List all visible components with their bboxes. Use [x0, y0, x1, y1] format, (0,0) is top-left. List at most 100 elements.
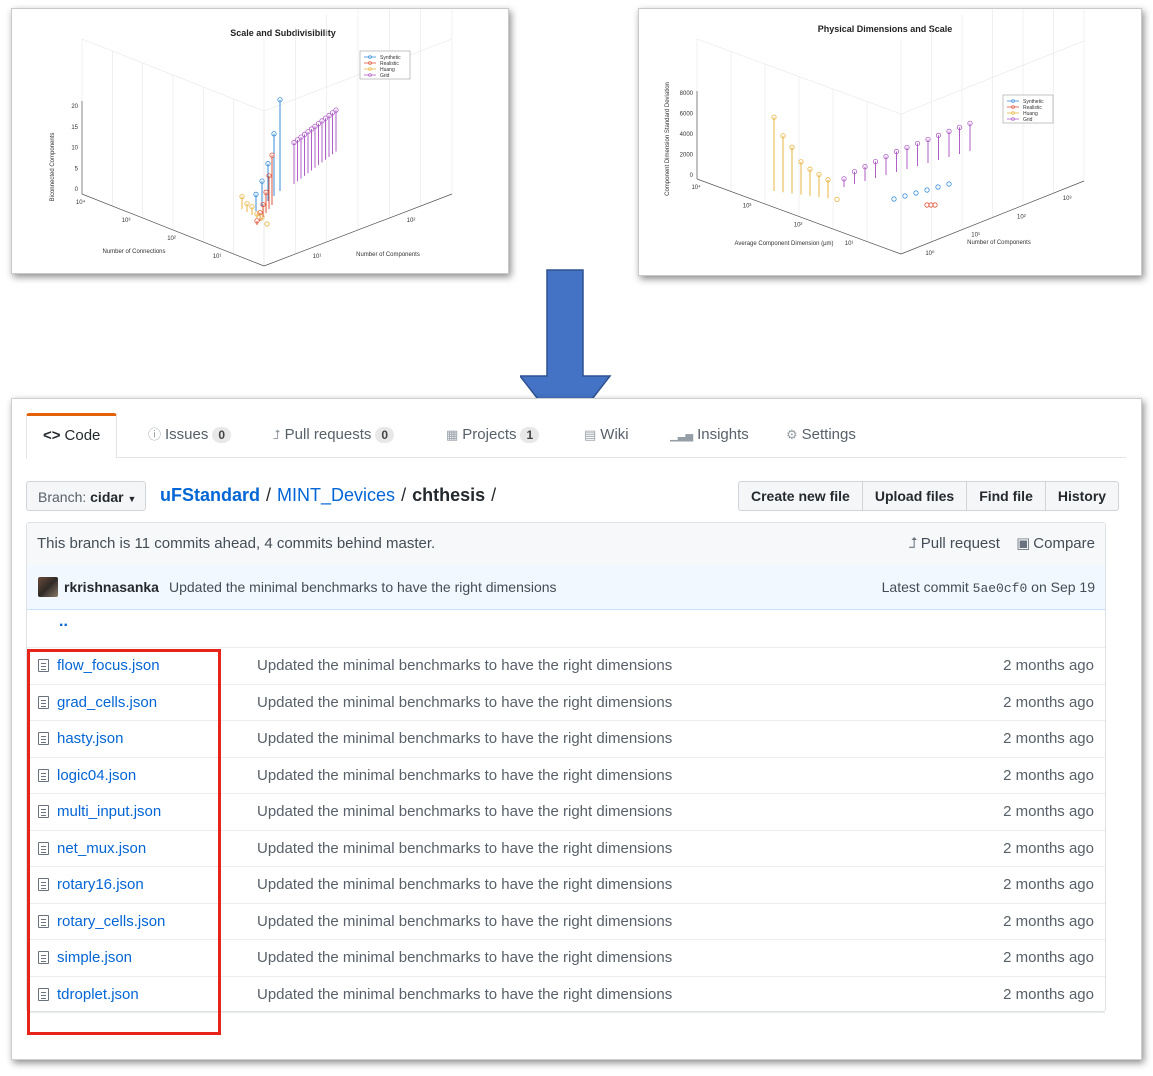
branch-select-button[interactable]: Branch: cidar ▼	[26, 481, 146, 511]
chart-title: Physical Dimensions and Scale	[818, 24, 953, 34]
git-pull-request-icon: ⮥	[273, 427, 281, 442]
file-actions: Create new file Upload files Find file H…	[738, 481, 1120, 511]
data-point	[935, 184, 941, 190]
data-point	[946, 181, 952, 187]
commit-sha-link[interactable]: 5ae0cf0	[973, 581, 1028, 596]
file-age: 2 months ago	[1003, 949, 1094, 966]
latest-commit-bar: rkrishnasanka Updated the minimal benchm…	[27, 565, 1105, 610]
chart-left-svg: Scale and Subdivisibility 20 15 10 5 0 10⁴ 10…	[50, 9, 453, 267]
data-point	[264, 221, 270, 227]
upload-files-button[interactable]: Upload files	[861, 481, 968, 511]
file-name-link[interactable]: simple.json	[57, 940, 132, 976]
file-age: 2 months ago	[1003, 985, 1094, 1003]
file-commit-message[interactable]: Updated the minimal benchmarks to have t…	[257, 685, 672, 721]
parent-directory-row[interactable]: ..	[27, 609, 1105, 648]
parent-directory-link[interactable]: ..	[59, 613, 68, 631]
file-commit-message[interactable]: Updated the minimal benchmarks to have t…	[257, 648, 672, 684]
x-tick-label: 10¹	[213, 254, 222, 260]
file-row[interactable]: flow_focus.json Updated the minimal bench…	[27, 648, 1105, 685]
breadcrumb-folder-link[interactable]: MINT_Devices	[277, 485, 395, 505]
file-commit-message[interactable]: Updated the minimal benchmarks to have t…	[257, 831, 672, 867]
file-icon	[38, 841, 49, 855]
data-point	[913, 190, 919, 196]
commit-message[interactable]: Updated the minimal benchmarks to have t…	[169, 565, 557, 609]
tab-wiki[interactable]: ▤ Wiki	[584, 413, 629, 457]
file-row[interactable]: multi_input.json Updated the minimal benc…	[27, 794, 1105, 831]
file-icon	[38, 768, 49, 782]
file-name-link[interactable]: logic04.json	[57, 758, 136, 794]
file-row[interactable]: grad_cells.json Updated the minimal bench…	[27, 685, 1105, 721]
branch-status-bar: This branch is 11 commits ahead, 4 commi…	[27, 523, 1105, 566]
chart-xlabel: Number of Connections	[102, 249, 165, 255]
file-row[interactable]: logic04.json Updated the minimal benchmar…	[27, 758, 1105, 794]
breadcrumb-current: chthesis	[412, 485, 486, 505]
y-tick-label: 10³	[1063, 196, 1072, 202]
file-commit-message[interactable]: Updated the minimal benchmarks to have t…	[257, 940, 672, 976]
breadcrumb-separator: /	[401, 485, 407, 505]
file-name-link[interactable]: tdroplet.json	[57, 977, 139, 1013]
tab-issues[interactable]: ⓘ Issues 0	[148, 413, 232, 457]
chart-legend: SyntheticRealisticHuangGrid	[359, 50, 411, 80]
file-row[interactable]: net_mux.json Updated the minimal benchmar…	[27, 831, 1105, 867]
z-tick-label: 0	[690, 173, 694, 179]
file-row[interactable]: hasty.json Updated the minimal benchmarks…	[27, 721, 1105, 758]
chart-legend: SyntheticRealisticHuangGrid	[1002, 94, 1054, 124]
x-tick-label: 10⁴	[691, 184, 701, 191]
breadcrumb-repo-link[interactable]: uFStandard	[160, 485, 260, 505]
tab-pull-requests[interactable]: ⮥ Pull requests 0	[273, 413, 395, 457]
data-point	[902, 193, 908, 199]
file-name-link[interactable]: hasty.json	[57, 721, 123, 757]
file-row[interactable]: rotary16.json Updated the minimal benchma…	[27, 867, 1105, 904]
chart-right-svg: Physical Dimensions and Scale 8000 6000 40…	[665, 9, 1085, 257]
file-commit-message[interactable]: Updated the minimal benchmarks to have t…	[257, 758, 672, 794]
branch-status-links: ⮥ Pull request ▣ Compare	[909, 523, 1095, 565]
legend-label: Grid	[1023, 117, 1033, 123]
project-icon: ▦	[446, 427, 459, 442]
file-browser: This branch is 11 commits ahead, 4 commi…	[26, 522, 1106, 1013]
file-commit-message[interactable]: Updated the minimal benchmarks to have t…	[257, 977, 672, 1013]
tab-projects[interactable]: ▦ Projects 1	[446, 413, 540, 457]
file-commit-message[interactable]: Updated the minimal benchmarks to have t…	[257, 721, 672, 757]
branch-label: Branch:	[38, 489, 87, 505]
y-tick-label: 10²	[407, 218, 416, 224]
file-commit-message[interactable]: Updated the minimal benchmarks to have t…	[257, 794, 672, 830]
file-name-link[interactable]: flow_focus.json	[57, 648, 160, 684]
file-age: 2 months ago	[1003, 876, 1094, 893]
tab-code[interactable]: <> Code	[26, 413, 118, 459]
chart-title: Scale and Subdivisibility	[230, 28, 336, 38]
history-button[interactable]: History	[1044, 481, 1120, 511]
file-commit-message[interactable]: Updated the minimal benchmarks to have t…	[257, 867, 672, 903]
z-tick-label: 5	[75, 166, 79, 172]
tab-label: Code	[64, 427, 101, 444]
commit-author[interactable]: rkrishnasanka	[64, 565, 159, 609]
file-icon	[38, 805, 49, 818]
chart-scale-subdivisibility: Scale and Subdivisibility 20 15 10 5 0 10⁴ 10…	[11, 8, 509, 274]
z-tick-label: 15	[71, 125, 78, 131]
file-icon	[38, 659, 49, 672]
file-age: 2 months ago	[1003, 839, 1094, 857]
x-tick-label: 10²	[167, 236, 176, 242]
branch-name: cidar	[90, 489, 124, 505]
file-name-link[interactable]: rotary16.json	[57, 867, 144, 903]
file-row[interactable]: rotary_cells.json Updated the minimal ben…	[27, 904, 1105, 940]
file-row[interactable]: simple.json Updated the minimal benchmark…	[27, 940, 1105, 977]
breadcrumb: uFStandard / MINT_Devices / chthesis /	[160, 483, 502, 507]
diff-icon: ▣	[1016, 535, 1031, 552]
create-new-file-button[interactable]: Create new file	[738, 481, 863, 511]
file-commit-message[interactable]: Updated the minimal benchmarks to have t…	[257, 904, 672, 940]
file-name-link[interactable]: grad_cells.json	[57, 685, 157, 721]
file-name-link[interactable]: multi_input.json	[57, 794, 161, 830]
find-file-button[interactable]: Find file	[966, 481, 1046, 511]
pull-request-link[interactable]: Pull request	[921, 535, 1000, 552]
compare-link[interactable]: Compare	[1033, 535, 1095, 552]
tab-settings[interactable]: ⚙ Settings	[786, 413, 856, 457]
code-icon: <>	[43, 427, 61, 444]
file-name-link[interactable]: rotary_cells.json	[57, 904, 165, 940]
tab-insights[interactable]: ▁▃▅ Insights	[670, 413, 749, 457]
avatar[interactable]	[38, 577, 58, 597]
x-tick-label: 10²	[794, 222, 803, 228]
file-row[interactable]: tdroplet.json Updated the minimal benchma…	[27, 977, 1105, 1013]
file-name-link[interactable]: net_mux.json	[57, 831, 146, 867]
x-tick-label: 10³	[743, 204, 752, 210]
book-icon: ▤	[584, 427, 597, 442]
